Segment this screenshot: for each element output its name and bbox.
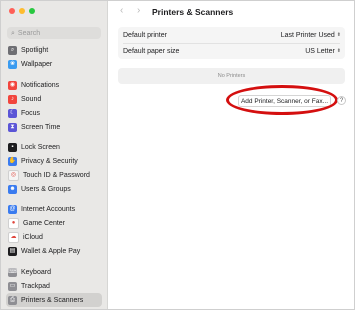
keyboard-icon: ⌨ [8, 267, 17, 277]
sidebar-group: @ Internet Accounts ● Game Center ☁ iCloud ▤ Wa… [6, 202, 102, 258]
sidebar-item-label: Game Center [23, 219, 66, 227]
search-input[interactable]: ⌕ Search [7, 27, 101, 39]
window-controls [9, 8, 35, 14]
sidebar-item-game-center[interactable]: ● Game Center [6, 216, 102, 230]
sidebar-item-label: Wallet & Apple Pay [21, 247, 81, 255]
sidebar-group: ◉ Notifications ♪ Sound ☾ Focus ⧗ Screen Time [6, 78, 102, 134]
sidebar-item-label: Spotlight [21, 46, 49, 54]
sidebar-item-icloud[interactable]: ☁ iCloud [6, 230, 102, 244]
sidebar-item-label: Screen Time [21, 123, 61, 131]
sidebar-item-sound[interactable]: ♪ Sound [6, 92, 102, 106]
sidebar-item-label: Trackpad [21, 282, 50, 290]
sidebar-item-label: Users & Groups [21, 185, 71, 193]
printers-list: No Printers [118, 68, 345, 84]
sidebar-item-label: Sound [21, 95, 42, 103]
wallet-icon: ▤ [8, 246, 17, 256]
default-paper-select[interactable]: US Letter ⬍ [305, 48, 341, 55]
chevron-updown-icon: ⬍ [336, 31, 341, 38]
sidebar-item-users-groups[interactable]: ☻ Users & Groups [6, 182, 102, 196]
sidebar-item-spotlight[interactable]: ⌕ Spotlight [6, 43, 102, 57]
page-title: Printers & Scanners [152, 7, 234, 17]
default-paper-row: Default paper size US Letter ⬍ [118, 43, 345, 59]
printer-icon: ⎙ [8, 295, 17, 305]
cloud-icon: ☁ [8, 231, 19, 243]
hand-icon: ✋ [8, 156, 17, 166]
forward-button[interactable]: › [137, 5, 140, 16]
bell-icon: ◉ [8, 80, 17, 90]
close-button[interactable] [9, 8, 15, 14]
default-printer-value: Last Printer Used [280, 31, 335, 39]
sidebar-item-internet-accounts[interactable]: @ Internet Accounts [6, 202, 102, 216]
sidebar-item-label: Lock Screen [21, 143, 60, 151]
sidebar-item-label: Touch ID & Password [23, 171, 90, 179]
speaker-icon: ♪ [8, 94, 17, 104]
sidebar-item-screen-time[interactable]: ⧗ Screen Time [6, 120, 102, 134]
sidebar-item-wallet-apple-pay[interactable]: ▤ Wallet & Apple Pay [6, 244, 102, 258]
users-icon: ☻ [8, 184, 17, 194]
sidebar-item-trackpad[interactable]: ▭ Trackpad [6, 279, 102, 293]
sidebar-item-label: Notifications [21, 81, 60, 89]
sidebar-item-printers-scanners[interactable]: ⎙ Printers & Scanners [6, 293, 102, 307]
no-printers-text: No Printers [217, 73, 246, 79]
sidebar-item-notifications[interactable]: ◉ Notifications [6, 78, 102, 92]
search-icon: ⌕ [11, 29, 15, 37]
default-paper-label: Default paper size [123, 47, 180, 55]
sidebar-item-label: Internet Accounts [21, 205, 76, 213]
settings-window: ⌕ Search ⌕ Spotlight ❀ Wallpaper ◉ Notificati… [0, 0, 355, 310]
default-printer-row: Default printer Last Printer Used ⬍ [118, 27, 345, 43]
search-placeholder: Search [17, 29, 41, 37]
sidebar-group: ⌨ Keyboard ▭ Trackpad ⎙ Printers & Scanners [6, 265, 102, 307]
lock-icon: ▪ [8, 142, 17, 152]
game-center-icon: ● [8, 217, 19, 229]
magnifier-icon: ⌕ [8, 45, 17, 55]
sidebar-item-wallpaper[interactable]: ❀ Wallpaper [6, 57, 102, 71]
sidebar-item-lock-screen[interactable]: ▪ Lock Screen [6, 140, 102, 154]
default-printer-select[interactable]: Last Printer Used ⬍ [281, 32, 341, 39]
fingerprint-icon: ◎ [8, 169, 19, 181]
sidebar-item-focus[interactable]: ☾ Focus [6, 106, 102, 120]
sidebar-item-label: Keyboard [21, 268, 51, 276]
minimize-button[interactable] [19, 8, 25, 14]
chevron-updown-icon: ⬍ [336, 47, 341, 54]
hourglass-icon: ⧗ [8, 122, 17, 132]
zoom-button[interactable] [29, 8, 35, 14]
sidebar-group: ⌕ Spotlight ❀ Wallpaper [6, 43, 102, 71]
sidebar-group: ▪ Lock Screen ✋ Privacy & Security ◎ Touch ID… [6, 140, 102, 196]
sidebar-item-keyboard[interactable]: ⌨ Keyboard [6, 265, 102, 279]
sidebar-item-label: Wallpaper [21, 60, 53, 68]
sidebar-item-label: Focus [21, 109, 41, 117]
at-sign-icon: @ [8, 204, 17, 214]
sidebar-item-label: Printers & Scanners [21, 296, 84, 304]
trackpad-icon: ▭ [8, 281, 17, 291]
help-button[interactable]: ? [337, 96, 346, 105]
annotation-ellipse [226, 85, 338, 115]
sidebar-item-privacy-security[interactable]: ✋ Privacy & Security [6, 154, 102, 168]
sidebar-item-touch-id-password[interactable]: ◎ Touch ID & Password [6, 168, 102, 182]
sidebar-item-label: iCloud [23, 233, 43, 241]
default-settings-group: Default printer Last Printer Used ⬍ Defa… [118, 27, 345, 59]
sidebar-item-label: Privacy & Security [21, 157, 78, 165]
back-button[interactable]: ‹ [120, 5, 123, 16]
moon-icon: ☾ [8, 108, 17, 118]
wallpaper-icon: ❀ [8, 59, 17, 69]
default-paper-value: US Letter [305, 47, 335, 55]
default-printer-label: Default printer [123, 31, 167, 39]
sidebar: ⌕ Search ⌕ Spotlight ❀ Wallpaper ◉ Notificati… [1, 1, 108, 309]
